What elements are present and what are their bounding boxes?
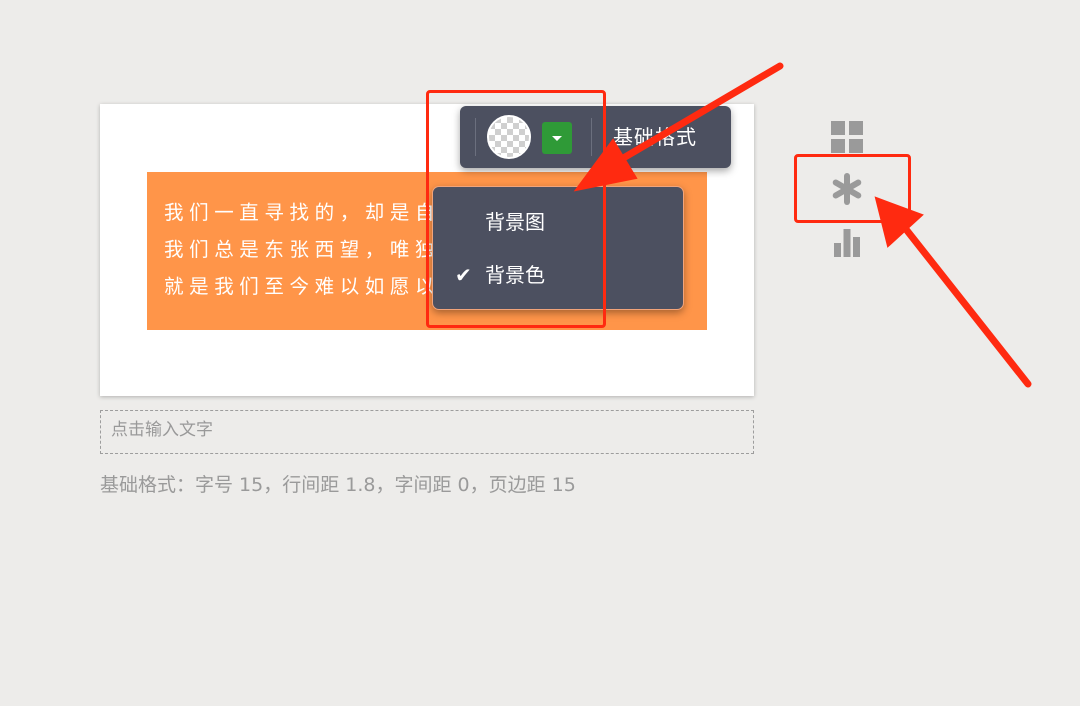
menu-item-background-color[interactable]: ✔ 背景色	[433, 253, 683, 297]
checkmark-icon: ✔	[455, 263, 472, 287]
arrow-head-asterisk	[874, 196, 924, 248]
menu-item-background-image[interactable]: 背景图	[433, 200, 683, 244]
block-toolbar: 基础格式	[460, 106, 731, 168]
menu-item-label: 背景色	[485, 263, 545, 287]
toolbar-divider	[591, 118, 592, 156]
asterisk-icon[interactable]	[830, 172, 864, 206]
caret-down-icon	[552, 136, 562, 141]
toolbar-divider	[475, 118, 476, 156]
background-swatch[interactable]	[487, 115, 531, 159]
background-dropdown-button[interactable]	[542, 122, 572, 154]
menu-item-label: 背景图	[485, 210, 545, 234]
basic-format-button[interactable]: 基础格式	[613, 106, 697, 168]
format-info: 基础格式：字号 15，行间距 1.8，字间距 0，页边距 15	[100, 474, 576, 496]
grid-icon[interactable]	[830, 120, 864, 154]
text-input[interactable]: 点击输入文字	[100, 410, 754, 454]
background-menu: 背景图 ✔ 背景色	[432, 186, 684, 310]
bar-chart-icon[interactable]	[830, 225, 864, 259]
arrow-shaft-asterisk	[901, 224, 1032, 388]
